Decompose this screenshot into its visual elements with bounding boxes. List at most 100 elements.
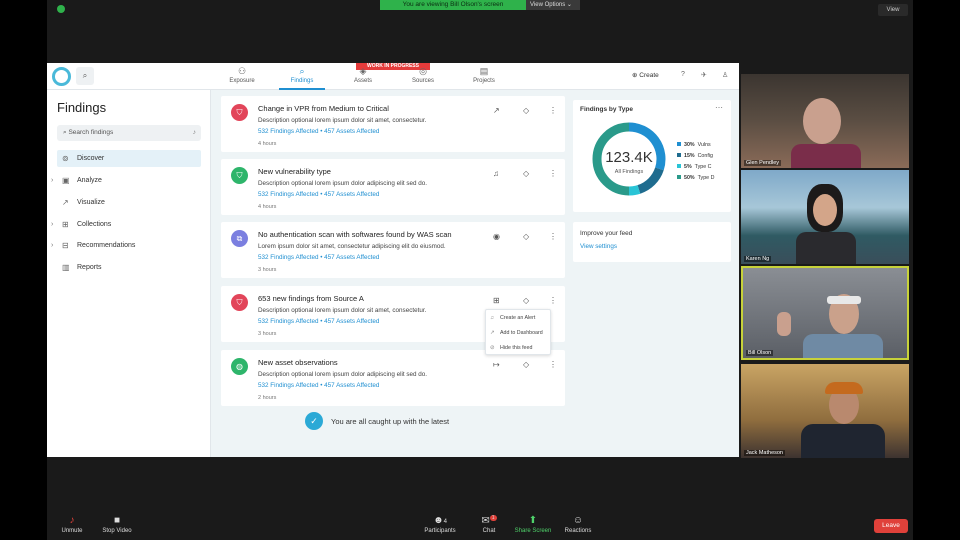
security-shield-icon[interactable]	[57, 5, 65, 13]
mic-icon[interactable]: ♪	[193, 125, 196, 141]
tag-icon[interactable]: ◇	[523, 169, 529, 178]
assets-link[interactable]: 457 Assets Affected	[324, 382, 379, 389]
view-settings-link[interactable]: View settings	[580, 243, 617, 250]
share-screen-label: Share Screen	[514, 528, 552, 534]
feed-card[interactable]: ⛉ Change in VPR from Medium to Critical …	[221, 96, 565, 152]
leave-button[interactable]: Leave	[874, 519, 908, 533]
video-tile[interactable]: Jack Matheson	[741, 364, 909, 458]
assets-link[interactable]: 457 Assets Affected	[324, 191, 379, 198]
chevron-right-icon[interactable]: ›	[51, 237, 53, 254]
header-search-button[interactable]: ⌕	[76, 67, 94, 85]
unmute-button[interactable]: ♪ Unmute	[57, 515, 87, 534]
viewing-banner: You are viewing Bill Olson's screen	[380, 0, 526, 10]
trend-icon[interactable]: ↗	[493, 106, 500, 115]
help-icon[interactable]: ?	[681, 71, 685, 78]
tag-icon[interactable]: ◇	[523, 232, 529, 241]
findings-link[interactable]: 532 Findings Affected	[258, 382, 318, 389]
participant-body	[803, 334, 883, 358]
meeting-toolbar: ♪ Unmute ■ Stop Video ☻4 Participants ✉ 1 Cha…	[47, 512, 913, 540]
sidebar-item-recommendations[interactable]: › ⊟ Recommendations	[51, 237, 201, 254]
user-icon[interactable]: ♙	[722, 71, 728, 79]
bell-icon: ♫	[490, 315, 494, 321]
findings-by-type-panel: Findings by Type ⋯ 123.4K All Findings 3…	[573, 100, 731, 212]
bell-icon[interactable]: ♫	[493, 169, 499, 178]
video-tile[interactable]: Karen Ng	[741, 170, 909, 264]
more-vertical-icon[interactable]: ⋮	[549, 106, 557, 115]
sidebar-item-reports[interactable]: ▥ Reports	[57, 259, 201, 276]
menu-label: Hide this feed	[500, 345, 533, 351]
hide-icon: ⊘	[490, 345, 495, 351]
scan-icon: ⧉	[231, 230, 248, 247]
export-icon[interactable]: ↦	[493, 360, 500, 369]
participant-gallery: Glen Pendley Karen Ng Bill Olson Jack Ma…	[741, 74, 909, 458]
menu-label: Add to Dashboard	[500, 330, 543, 336]
sidebar-item-analyze[interactable]: › ▣ Analyze	[51, 172, 201, 189]
feed-card[interactable]: ⛉ New vulnerability type Description opt…	[221, 159, 565, 215]
tab-findings[interactable]: ⌕ Findings	[279, 66, 325, 90]
search-input[interactable]: ⌕ Search findings ♪	[57, 125, 201, 141]
findings-link[interactable]: 532 Findings Affected	[258, 254, 318, 261]
legend-item: 50% Type D	[677, 175, 714, 181]
tab-sources[interactable]: ◎ Sources	[400, 66, 446, 90]
sidebar-item-visualize[interactable]: ↗ Visualize	[57, 194, 201, 211]
findings-link[interactable]: 532 Findings Affected	[258, 128, 318, 135]
visualize-icon: ↗	[62, 198, 69, 207]
improve-feed-panel: Improve your feed View settings	[573, 222, 731, 262]
more-vertical-icon[interactable]: ⋮	[549, 296, 557, 305]
reactions-button[interactable]: ☺ Reactions	[561, 515, 595, 534]
findings-icon: ⌕	[299, 66, 305, 76]
donut-total: 123.4K	[605, 149, 653, 166]
view-button[interactable]: View	[878, 4, 908, 16]
sidebar-item-label: Reports	[77, 264, 102, 271]
menu-create-alert[interactable]: ♫ Create an Alert	[490, 315, 535, 321]
chat-button[interactable]: ✉ 1 Chat	[477, 515, 501, 534]
notifications-icon[interactable]: ✈	[701, 71, 707, 79]
target-icon[interactable]: ◉	[493, 232, 500, 241]
leave-label: Leave	[882, 522, 900, 529]
assets-link[interactable]: 457 Assets Affected	[324, 254, 379, 261]
share-screen-icon: ⬆	[528, 515, 538, 526]
view-options-button[interactable]: View Options ⌄	[526, 0, 580, 10]
assets-link[interactable]: 457 Assets Affected	[324, 128, 379, 135]
feed-card[interactable]: ◍ New asset observations Description opt…	[221, 350, 565, 406]
video-tile[interactable]: Glen Pendley	[741, 74, 909, 168]
feed-time: 3 hours	[258, 267, 277, 273]
participants-button[interactable]: ☻4 Participants	[420, 515, 460, 534]
share-screen-button[interactable]: ⬆ Share Screen	[511, 515, 555, 534]
more-vertical-icon[interactable]: ⋮	[549, 360, 557, 369]
tab-exposure[interactable]: ⚇ Exposure	[219, 66, 265, 90]
sidebar-item-discover[interactable]: ⊚ Discover	[57, 150, 201, 167]
tag-icon[interactable]: ◇	[523, 360, 529, 369]
app-logo[interactable]	[52, 67, 71, 86]
grid-icon[interactable]: ⊞	[493, 296, 500, 305]
zoom-window: You are viewing Bill Olson's screen View…	[0, 0, 960, 540]
discover-icon: ⊚	[62, 154, 69, 163]
sidebar-item-collections[interactable]: › ⊞ Collections	[51, 216, 201, 233]
more-vertical-icon[interactable]: ⋮	[549, 169, 557, 178]
search-icon: ⌕	[82, 71, 88, 80]
chat-icon: ✉ 1	[481, 515, 497, 527]
create-button[interactable]: ⊕ Create	[632, 71, 659, 79]
findings-link[interactable]: 532 Findings Affected	[258, 318, 318, 325]
tab-label: Exposure	[229, 78, 255, 84]
participant-headband	[827, 296, 861, 304]
chevron-right-icon[interactable]: ›	[51, 172, 53, 189]
feed-description: Description optional lorem ipsum dolor a…	[258, 180, 428, 187]
assets-icon: ◈	[359, 66, 367, 76]
tag-icon[interactable]: ◇	[523, 296, 529, 305]
feed-time: 4 hours	[258, 141, 277, 147]
findings-link[interactable]: 532 Findings Affected	[258, 191, 318, 198]
video-tile-active-speaker[interactable]: Bill Olson	[741, 266, 909, 360]
stop-video-button[interactable]: ■ Stop Video	[97, 515, 137, 534]
tab-assets[interactable]: ◈ Assets	[340, 66, 386, 90]
participant-name: Jack Matheson	[744, 450, 785, 456]
chevron-right-icon[interactable]: ›	[51, 216, 53, 233]
assets-link[interactable]: 457 Assets Affected	[324, 318, 379, 325]
menu-hide-feed[interactable]: ⊘ Hide this feed	[490, 345, 532, 351]
tab-projects[interactable]: ▤ Projects	[461, 66, 507, 90]
feed-card[interactable]: ⧉ No authentication scan with softwares …	[221, 222, 565, 278]
chat-label: Chat	[482, 528, 496, 534]
more-vertical-icon[interactable]: ⋮	[549, 232, 557, 241]
menu-add-dashboard[interactable]: ↗ Add to Dashboard	[490, 330, 543, 336]
tag-icon[interactable]: ◇	[523, 106, 529, 115]
